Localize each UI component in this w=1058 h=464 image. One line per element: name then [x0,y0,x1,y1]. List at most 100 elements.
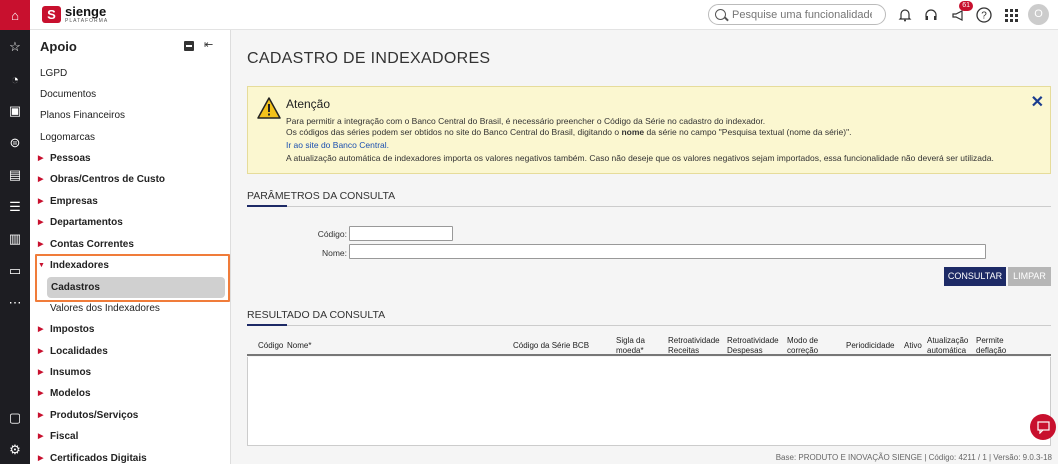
search-box[interactable] [708,4,886,25]
hide-sidebar-icon[interactable]: ⇤ [204,38,213,51]
sidebar-item-cadastros[interactable]: Cadastros [47,277,225,298]
sidebar-item-planos-financeiros[interactable]: Planos Financeiros [30,105,230,126]
sidebar-item-label: Insumos [50,367,92,378]
building-icon[interactable]: ▥ [0,225,30,253]
home-icon[interactable]: ⌂ [0,0,30,30]
sidebar-item-label: Modelos [50,388,91,399]
sidebar-item-label: Departamentos [50,217,123,228]
page-title: CADASTRO DE INDEXADORES [247,50,491,67]
document-icon[interactable]: ▤ [0,161,30,189]
headset-icon[interactable] [921,5,941,25]
sidebar-item-logomarcas[interactable]: Logomarcas [30,127,230,148]
alert-line: Os códigos das séries podem ser obtidos … [286,127,851,137]
column-header[interactable]: Periodicidade [846,341,894,351]
avatar[interactable]: O [1028,4,1049,25]
result-table-body [247,357,1051,446]
close-icon[interactable]: ✕ [1031,92,1044,112]
sienge-logo[interactable]: S sienge PLATAFORMA [42,5,108,24]
column-header[interactable]: Permite deflação [976,336,1006,355]
caret-right-icon: ▶ [38,433,44,440]
column-header[interactable]: Código [258,341,283,351]
star-icon[interactable]: ☆ [0,33,30,61]
column-header[interactable]: Atualização automática [927,336,968,355]
column-header[interactable]: Nome* [287,341,311,351]
chat-icon[interactable]: ▢ [0,404,30,432]
sidebar-item-modelos[interactable]: ▶ Modelos [30,383,230,404]
alert-text: Os códigos das séries podem ser obtidos … [286,127,622,137]
sienge-logo-mark: S [42,6,61,23]
app-rail: ⌂ ☆ ◔ ▣ ⊜ ▤ ☰ ▥ ▭ ⋯ ▢ ⚙ [0,0,30,464]
caret-right-icon: ▶ [38,219,44,226]
search-input[interactable] [732,8,872,21]
limpar-button[interactable]: LIMPAR [1008,267,1051,286]
sidebar-item-impostos[interactable]: ▶ Impostos [30,319,230,340]
dashboard-icon[interactable]: ◔ [0,65,30,93]
consultar-button[interactable]: CONSULTAR [944,267,1006,286]
column-header[interactable]: Retroatividade Despesas [727,336,779,355]
sidebar-item-insumos[interactable]: ▶ Insumos [30,362,230,383]
caret-right-icon: ▶ [38,348,44,355]
settings-icon[interactable]: ⚙ [0,436,30,464]
column-header[interactable]: Código da Série BCB [513,341,589,351]
caret-right-icon: ▶ [38,155,44,162]
nome-field[interactable] [349,244,986,259]
banco-central-link[interactable]: Ir ao site do Banco Central. [286,140,389,150]
sidebar-item-documentos[interactable]: Documentos [30,84,230,105]
apps-grid-icon[interactable] [1001,5,1021,25]
alert-bold-text: nome [621,127,645,137]
megaphone-icon[interactable]: 61 [948,1,973,25]
logo-word: sienge [65,4,107,19]
collapse-all-icon[interactable] [184,41,194,51]
alert-line: A atualização automática de indexadores … [286,153,994,163]
nome-label: Nome: [321,248,347,258]
box-icon[interactable]: ▣ [0,97,30,125]
sidebar-item-lgpd[interactable]: LGPD [30,63,230,84]
caret-right-icon: ▶ [38,455,44,462]
column-header[interactable]: Sigla da moeda* [616,336,645,355]
alert-title: Atenção [286,97,331,111]
caret-right-icon: ▶ [38,369,44,376]
caret-right-icon: ▶ [38,326,44,333]
chat-bubble-icon [1036,420,1050,434]
sidebar-item-label: Obras/Centros de Custo [50,174,166,185]
coins-icon[interactable]: ⊜ [0,129,30,157]
sidebar-item-localidades[interactable]: ▶ Localidades [30,341,230,362]
column-header[interactable]: Modo de correção [787,336,818,355]
bell-icon[interactable] [895,5,915,25]
sidebar-item-label: Produtos/Serviços [50,410,139,421]
top-bar: S sienge PLATAFORMA 61 ? O [30,0,1058,30]
more-icon[interactable]: ⋯ [0,289,30,317]
sidebar-item-empresas[interactable]: ▶ Empresas [30,191,230,212]
sidebar-item-label: Certificados Digitais [50,453,147,464]
column-header[interactable]: Ativo [904,341,922,351]
params-section-title: PARÂMETROS DA CONSULTA [247,190,396,202]
list-icon[interactable]: ☰ [0,193,30,221]
alert-line: Para permitir a integração com o Banco C… [286,116,766,126]
sidebar-item-pessoas[interactable]: ▶ Pessoas [30,148,230,169]
codigo-field[interactable] [349,226,453,241]
codigo-label: Código: [317,229,347,239]
sidebar-item-contas-correntes[interactable]: ▶ Contas Correntes [30,234,230,255]
sidebar-item-label: Impostos [50,324,95,335]
sidebar-item-label: Contas Correntes [50,239,134,250]
sidebar-item-certificados-digitais[interactable]: ▶ Certificados Digitais [30,448,230,464]
help-icon[interactable]: ? [974,5,994,25]
sidebar-item-departamentos[interactable]: ▶ Departamentos [30,212,230,233]
sidebar-item-fiscal[interactable]: ▶ Fiscal [30,426,230,447]
sidebar-item-produtos-servicos[interactable]: ▶ Produtos/Serviços [30,405,230,426]
caret-right-icon: ▶ [38,198,44,205]
column-header[interactable]: Retroatividade Receitas [668,336,720,355]
warning-icon [257,97,281,119]
sidebar-item-label: Pessoas [50,153,91,164]
sidebar-item-obras[interactable]: ▶ Obras/Centros de Custo [30,169,230,190]
search-icon [715,9,726,20]
sidebar-item-label: Fiscal [50,431,79,442]
feedback-chat-button[interactable] [1030,414,1056,440]
logo-subtitle: PLATAFORMA [65,18,109,24]
caret-right-icon: ▶ [38,176,44,183]
divider [247,206,1051,207]
svg-text:?: ? [981,11,987,22]
monitor-icon[interactable]: ▭ [0,257,30,285]
section-underline [247,205,287,207]
sidebar-item-label: Localidades [50,346,108,357]
